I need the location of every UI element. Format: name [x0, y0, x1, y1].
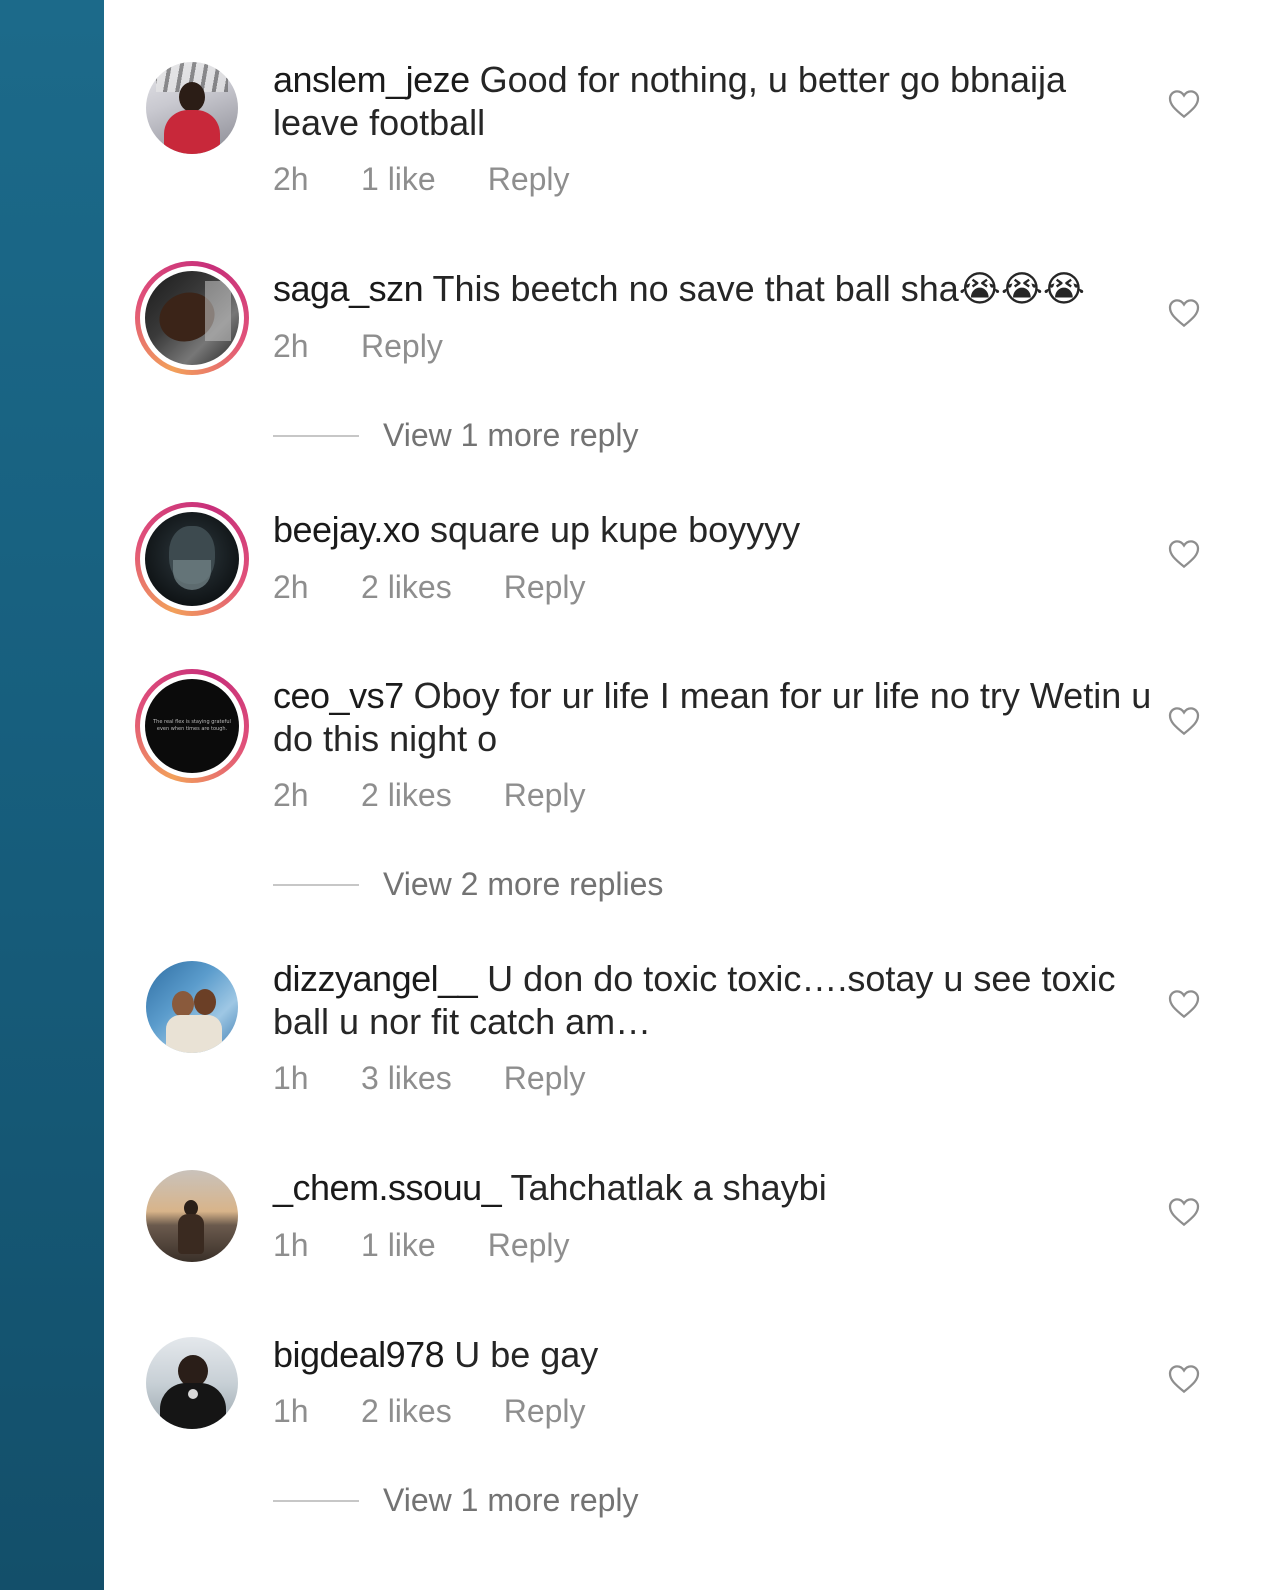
comment-time: 1h: [273, 1060, 309, 1096]
avatar-caption: The real flex is staying grateful even w…: [153, 719, 231, 732]
comment-meta: 1h 3 likes Reply: [273, 1060, 586, 1097]
heart-outline-icon[interactable]: [1168, 1197, 1200, 1227]
avatar[interactable]: [146, 1170, 238, 1262]
comment-username[interactable]: _chem.ssouu_: [273, 1167, 502, 1208]
comment-username[interactable]: anslem_jeze: [273, 59, 470, 100]
comment-time: 1h: [273, 1393, 309, 1429]
reply-button[interactable]: Reply: [488, 1227, 570, 1264]
comment-text: saga_szn This beetch no save that ball s…: [273, 267, 1153, 310]
divider: [273, 1499, 359, 1502]
comment-body: This beetch no save that ball sha😭😭😭: [432, 268, 1085, 309]
comment-meta: 1h 1 like Reply: [273, 1227, 570, 1264]
comment-username[interactable]: beejay.xo: [273, 509, 420, 550]
background-strip: [0, 0, 104, 1590]
heart-outline-icon[interactable]: [1168, 298, 1200, 328]
comment-time: 2h: [273, 328, 309, 364]
comment-text: dizzyangel__ U don do toxic toxic….sotay…: [273, 957, 1153, 1043]
reply-button[interactable]: Reply: [504, 777, 586, 814]
heart-outline-icon[interactable]: [1168, 89, 1200, 119]
comment-body: Tahchatlak a shaybi: [510, 1167, 827, 1208]
reply-button[interactable]: Reply: [361, 328, 443, 365]
comment-meta: 2h Reply: [273, 328, 443, 365]
heart-outline-icon[interactable]: [1168, 1364, 1200, 1394]
view-more-label[interactable]: View 2 more replies: [383, 866, 663, 903]
comment-text: _chem.ssouu_ Tahchatlak a shaybi: [273, 1166, 1153, 1209]
divider: [273, 883, 359, 886]
comment-meta: 2h 2 likes Reply: [273, 777, 586, 814]
divider: [273, 434, 359, 437]
heart-outline-icon[interactable]: [1168, 989, 1200, 1019]
view-more-label[interactable]: View 1 more reply: [383, 417, 639, 454]
comment-text: bigdeal978 U be gay: [273, 1333, 1153, 1376]
view-more-replies[interactable]: View 1 more reply: [273, 1482, 639, 1519]
view-more-label[interactable]: View 1 more reply: [383, 1482, 639, 1519]
comment-time: 2h: [273, 161, 309, 197]
comment-likes[interactable]: 1 like: [361, 1227, 436, 1264]
avatar[interactable]: [146, 62, 238, 154]
reply-button[interactable]: Reply: [504, 569, 586, 606]
avatar[interactable]: [135, 502, 249, 616]
avatar[interactable]: The real flex is staying grateful even w…: [135, 669, 249, 783]
comment-time: 2h: [273, 777, 309, 813]
comment-likes[interactable]: 2 likes: [361, 1393, 452, 1430]
comment-time: 2h: [273, 569, 309, 605]
comment-body: U be gay: [454, 1334, 599, 1375]
reply-button[interactable]: Reply: [488, 161, 570, 198]
comment-time: 1h: [273, 1227, 309, 1263]
comment-meta: 1h 2 likes Reply: [273, 1393, 586, 1430]
comment-username[interactable]: dizzyangel__: [273, 958, 478, 999]
comment-text: ceo_vs7 Oboy for ur life I mean for ur l…: [273, 674, 1153, 760]
comment-meta: 2h 2 likes Reply: [273, 569, 586, 606]
comment-username[interactable]: saga_szn: [273, 268, 424, 309]
view-more-replies[interactable]: View 1 more reply: [273, 417, 639, 454]
comment-likes[interactable]: 3 likes: [361, 1060, 452, 1097]
comment-username[interactable]: bigdeal978: [273, 1334, 445, 1375]
comment-username[interactable]: ceo_vs7: [273, 675, 404, 716]
comment-body: Oboy for ur life I mean for ur life no t…: [273, 675, 1152, 759]
avatar[interactable]: [135, 261, 249, 375]
comment-text: beejay.xo square up kupe boyyyy: [273, 508, 1153, 551]
comment-likes[interactable]: 2 likes: [361, 777, 452, 814]
avatar[interactable]: [146, 961, 238, 1053]
comments-panel: anslem_jeze Good for nothing, u better g…: [104, 0, 1272, 1590]
view-more-replies[interactable]: View 2 more replies: [273, 866, 663, 903]
comment-text: anslem_jeze Good for nothing, u better g…: [273, 58, 1153, 144]
reply-button[interactable]: Reply: [504, 1060, 586, 1097]
heart-outline-icon[interactable]: [1168, 539, 1200, 569]
comment-meta: 2h 1 like Reply: [273, 161, 570, 198]
avatar[interactable]: [146, 1337, 238, 1429]
comment-body: square up kupe boyyyy: [429, 509, 801, 550]
heart-outline-icon[interactable]: [1168, 706, 1200, 736]
reply-button[interactable]: Reply: [504, 1393, 586, 1430]
comment-likes[interactable]: 2 likes: [361, 569, 452, 606]
comment-likes[interactable]: 1 like: [361, 161, 436, 198]
